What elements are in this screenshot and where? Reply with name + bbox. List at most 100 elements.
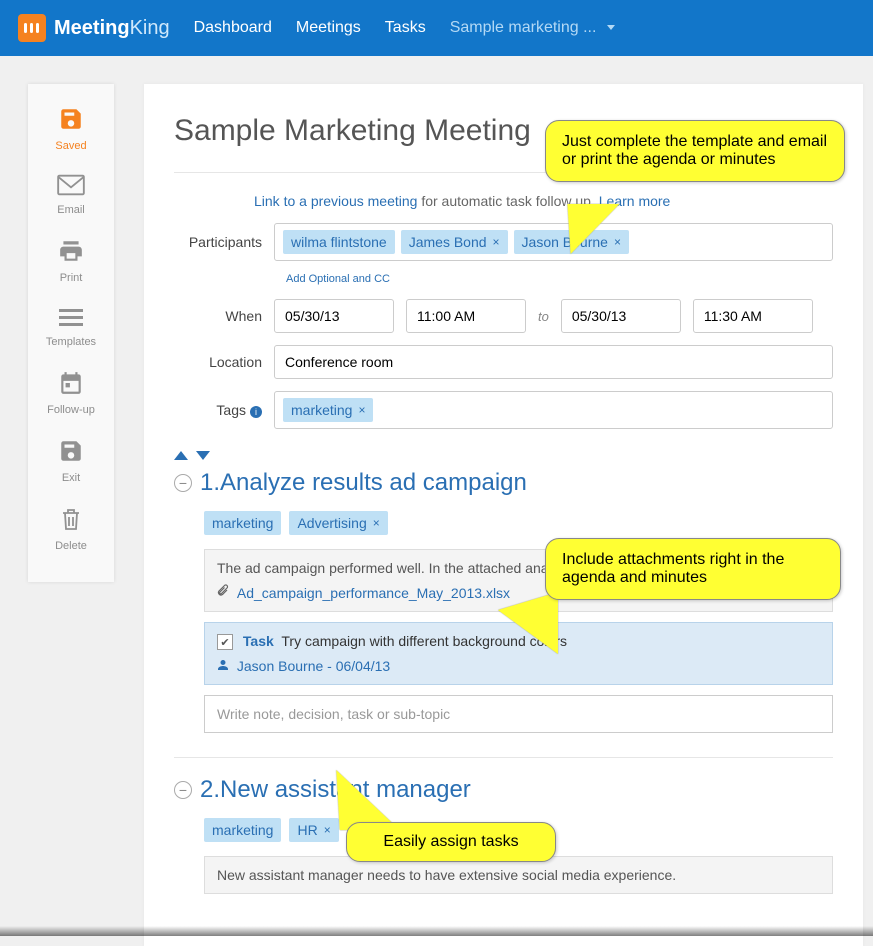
- tag-chip[interactable]: marketing: [204, 511, 281, 535]
- chevron-down-icon: [607, 25, 615, 30]
- to-label: to: [538, 309, 549, 324]
- tag-name: marketing: [291, 402, 352, 418]
- nav-current-meeting[interactable]: Sample marketing ...: [450, 19, 615, 37]
- start-time-input[interactable]: [406, 299, 526, 333]
- sidebar-delete[interactable]: Delete: [28, 494, 114, 562]
- sidebar-templates[interactable]: Templates: [28, 294, 114, 358]
- callout-tail: [559, 204, 620, 254]
- move-down-icon[interactable]: [196, 451, 210, 460]
- print-icon: [28, 238, 114, 268]
- tag-chip[interactable]: marketing ×: [283, 398, 373, 422]
- sidebar-email-label: Email: [28, 204, 114, 216]
- person-icon: [217, 658, 233, 674]
- sidebar-print[interactable]: Print: [28, 226, 114, 294]
- agenda-title-text: Analyze results ad campaign: [220, 469, 527, 496]
- location-label: Location: [174, 354, 274, 370]
- tags-label: Tagsi: [174, 402, 274, 418]
- sidebar-saved[interactable]: Saved: [28, 94, 114, 162]
- sidebar-followup-label: Follow-up: [28, 404, 114, 416]
- nav-links: Dashboard Meetings Tasks Sample marketin…: [194, 19, 615, 37]
- callout-tail: [498, 592, 558, 654]
- sidebar-saved-label: Saved: [28, 140, 114, 152]
- start-date-input[interactable]: [274, 299, 394, 333]
- sidebar-delete-label: Delete: [28, 540, 114, 552]
- collapse-button[interactable]: −: [174, 474, 192, 492]
- email-icon: [28, 174, 114, 200]
- callout-tooltip: Easily assign tasks: [346, 822, 556, 862]
- note-text: New assistant manager needs to have exte…: [217, 867, 820, 883]
- calendar-icon: [28, 370, 114, 400]
- tags-label-text: Tags: [216, 402, 246, 418]
- meeting-content: Sample Marketing Meeting Link to a previ…: [144, 84, 863, 946]
- participant-tag[interactable]: wilma flintstone: [283, 230, 395, 254]
- callout-tooltip: Just complete the template and email or …: [545, 120, 845, 182]
- tag-name: Advertising: [297, 515, 366, 531]
- participant-name: James Bond: [409, 234, 487, 250]
- task-checkbox[interactable]: ✔: [217, 634, 233, 650]
- reorder-controls: [174, 447, 833, 465]
- nav-tasks[interactable]: Tasks: [385, 19, 426, 37]
- task-assignee[interactable]: Jason Bourne - 06/04/13: [217, 658, 820, 674]
- nav-dashboard[interactable]: Dashboard: [194, 19, 272, 37]
- save-icon: [28, 106, 114, 136]
- tag-chip[interactable]: Advertising ×: [289, 511, 387, 535]
- sidebar-templates-label: Templates: [28, 336, 114, 348]
- action-sidebar: Saved Email Print Templates Follow-up: [28, 84, 114, 582]
- tags-input[interactable]: marketing ×: [274, 391, 833, 429]
- paperclip-icon: [217, 585, 233, 601]
- remove-icon[interactable]: ×: [358, 403, 365, 417]
- remove-icon[interactable]: ×: [373, 516, 380, 530]
- when-row: When to: [174, 299, 833, 333]
- end-date-input[interactable]: [561, 299, 681, 333]
- collapse-button[interactable]: −: [174, 781, 192, 799]
- agenda-title[interactable]: 1.Analyze results ad campaign: [200, 469, 527, 497]
- remove-icon[interactable]: ×: [614, 235, 621, 249]
- agenda-number: 1.: [200, 469, 220, 496]
- divider: [174, 757, 833, 758]
- trash-icon: [28, 506, 114, 536]
- tag-name: marketing: [212, 822, 273, 838]
- participants-input[interactable]: wilma flintstone James Bond× Jason Bourn…: [274, 223, 833, 261]
- logo-text-2: King: [130, 17, 170, 40]
- when-label: When: [174, 308, 274, 324]
- assignee-text: Jason Bourne - 06/04/13: [237, 658, 390, 674]
- remove-icon[interactable]: ×: [493, 235, 500, 249]
- info-icon[interactable]: i: [250, 406, 262, 418]
- save-exit-icon: [28, 438, 114, 468]
- participant-name: wilma flintstone: [291, 234, 387, 250]
- logo-text-1: Meeting: [54, 17, 130, 40]
- list-icon: [28, 306, 114, 332]
- tag-chip[interactable]: marketing: [204, 818, 281, 842]
- link-previous-row: Link to a previous meeting for automatic…: [254, 193, 833, 209]
- new-note-input[interactable]: Write note, decision, task or sub-topic: [204, 695, 833, 733]
- nav-meetings[interactable]: Meetings: [296, 19, 361, 37]
- tags-row: Tagsi marketing ×: [174, 391, 833, 429]
- participant-tag[interactable]: James Bond ×: [401, 230, 508, 254]
- participants-label: Participants: [174, 234, 274, 250]
- agenda-number: 2.: [200, 776, 220, 803]
- location-row: Location: [174, 345, 833, 379]
- nav-current-label: Sample marketing ...: [450, 19, 597, 36]
- task-label: Task: [243, 633, 274, 649]
- top-nav: MeetingKing Dashboard Meetings Tasks Sam…: [0, 0, 873, 56]
- sidebar-exit-label: Exit: [28, 472, 114, 484]
- sidebar-exit[interactable]: Exit: [28, 426, 114, 494]
- tag-name: marketing: [212, 515, 273, 531]
- logo-icon: [18, 14, 46, 42]
- bottom-shadow: [0, 926, 873, 936]
- location-input[interactable]: [274, 345, 833, 379]
- end-time-input[interactable]: [693, 299, 813, 333]
- sidebar-email[interactable]: Email: [28, 162, 114, 226]
- remove-icon[interactable]: ×: [324, 823, 331, 837]
- sidebar-print-label: Print: [28, 272, 114, 284]
- link-previous-meeting[interactable]: Link to a previous meeting: [254, 193, 417, 209]
- add-optional-cc-link[interactable]: Add Optional and CC: [286, 273, 833, 285]
- callout-tooltip: Include attachments right in the agenda …: [545, 538, 841, 600]
- participants-row: Participants wilma flintstone James Bond…: [174, 223, 833, 261]
- tag-name: HR: [297, 822, 317, 838]
- sidebar-followup[interactable]: Follow-up: [28, 358, 114, 426]
- tag-chip[interactable]: HR ×: [289, 818, 338, 842]
- logo[interactable]: MeetingKing: [18, 14, 170, 42]
- attachment-name: Ad_campaign_performance_May_2013.xlsx: [237, 585, 510, 601]
- move-up-icon[interactable]: [174, 451, 188, 460]
